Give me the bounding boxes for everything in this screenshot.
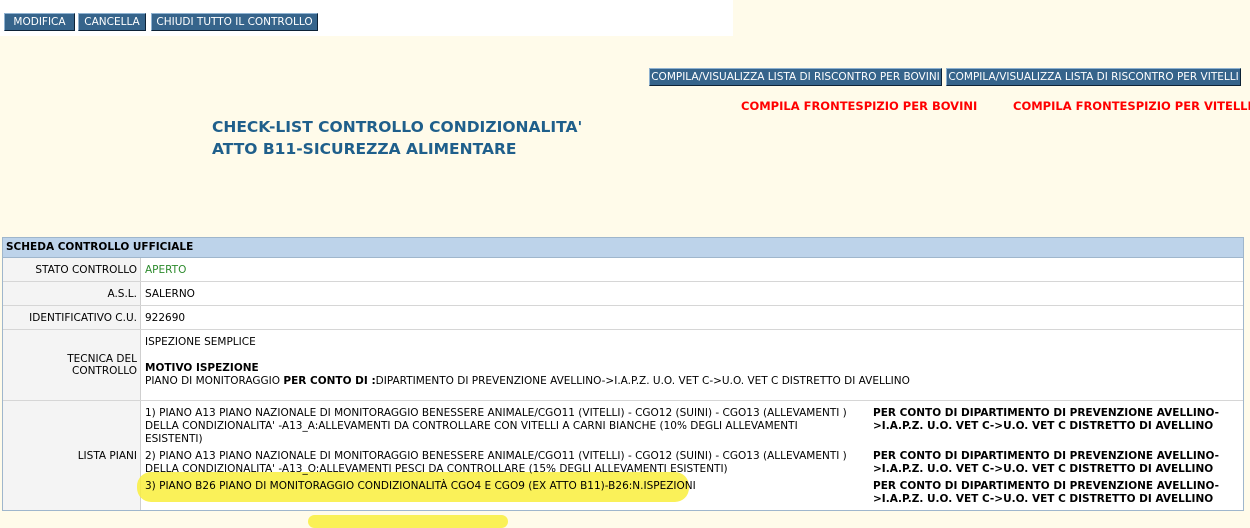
stato-controllo-value: APERTO [145, 263, 187, 276]
piano-desc: 2) PIANO A13 PIANO NAZIONALE DI MONITORA… [145, 450, 847, 475]
list-item: 3) PIANO B26 PIANO DI MONITORAGGIO CONDI… [137, 472, 1243, 506]
row-identificativo: IDENTIFICATIVO C.U. 922690 [3, 306, 1243, 330]
list-item: 2) PIANO A13 PIANO NAZIONALE DI MONITORA… [145, 450, 1243, 476]
motivo-heading: MOTIVO ISPEZIONE [145, 362, 259, 374]
piano-desc: 1) PIANO A13 PIANO NAZIONALE DI MONITORA… [145, 407, 847, 445]
page-title: CHECK-LIST CONTROLLO CONDIZIONALITA' [212, 118, 583, 136]
highlight-mark-tail [308, 515, 508, 528]
tecnica-text: ISPEZIONE SEMPLICE [145, 336, 256, 348]
row-stato-controllo: STATO CONTROLLO APERTO [3, 258, 1243, 282]
piano-ente: PER CONTO DI DIPARTIMENTO DI PREVENZIONE… [873, 450, 1220, 475]
motivo-text: PIANO DI MONITORAGGIO PER CONTO DI :DIPA… [145, 375, 910, 387]
table-header: SCHEDA CONTROLLO UFFICIALE [3, 238, 1243, 258]
row-lista-piani: LISTA PIANI 1) PIANO A13 PIANO NAZIONALE… [3, 401, 1243, 510]
identificativo-value: 922690 [145, 311, 186, 324]
frontespizio-bovini-link[interactable]: COMPILA FRONTESPIZIO PER BOVINI [741, 99, 977, 113]
stato-controllo-label: STATO CONTROLLO [3, 258, 141, 281]
cancella-button[interactable]: CANCELLA [78, 13, 146, 31]
scheda-controllo-table: SCHEDA CONTROLLO UFFICIALE STATO CONTROL… [2, 237, 1244, 511]
piano-desc: 3) PIANO B26 PIANO DI MONITORAGGIO CONDI… [137, 472, 855, 506]
piano-ente: PER CONTO DI DIPARTIMENTO DI PREVENZIONE… [873, 407, 1220, 432]
piano-ente: PER CONTO DI DIPARTIMENTO DI PREVENZIONE… [873, 480, 1220, 505]
chiudi-controllo-button[interactable]: CHIUDI TUTTO IL CONTROLLO [151, 13, 318, 31]
tecnica-value: ISPEZIONE SEMPLICE MOTIVO ISPEZIONE PIAN… [141, 330, 1243, 400]
asl-label: A.S.L. [3, 282, 141, 305]
lista-riscontro-bovini-button[interactable]: COMPILA/VISUALIZZA LISTA DI RISCONTRO PE… [649, 68, 942, 86]
tecnica-label: TECNICA DEL CONTROLLO [3, 330, 141, 400]
lista-piani-value: 1) PIANO A13 PIANO NAZIONALE DI MONITORA… [137, 401, 1243, 510]
frontespizio-vitelli-link[interactable]: COMPILA FRONTESPIZIO PER VITELLI [1013, 99, 1250, 113]
row-tecnica-controllo: TECNICA DEL CONTROLLO ISPEZIONE SEMPLICE… [3, 330, 1243, 401]
modifica-button[interactable]: MODIFICA [4, 13, 75, 31]
asl-value: SALERNO [145, 287, 195, 300]
identificativo-label: IDENTIFICATIVO C.U. [3, 306, 141, 329]
row-asl: A.S.L. SALERNO [3, 282, 1243, 306]
lista-piani-label: LISTA PIANI [3, 401, 141, 510]
page-subtitle: ATTO B11-SICUREZZA ALIMENTARE [212, 140, 517, 158]
lista-riscontro-vitelli-button[interactable]: COMPILA/VISUALIZZA LISTA DI RISCONTRO PE… [946, 68, 1241, 86]
list-item: 1) PIANO A13 PIANO NAZIONALE DI MONITORA… [145, 407, 1243, 446]
